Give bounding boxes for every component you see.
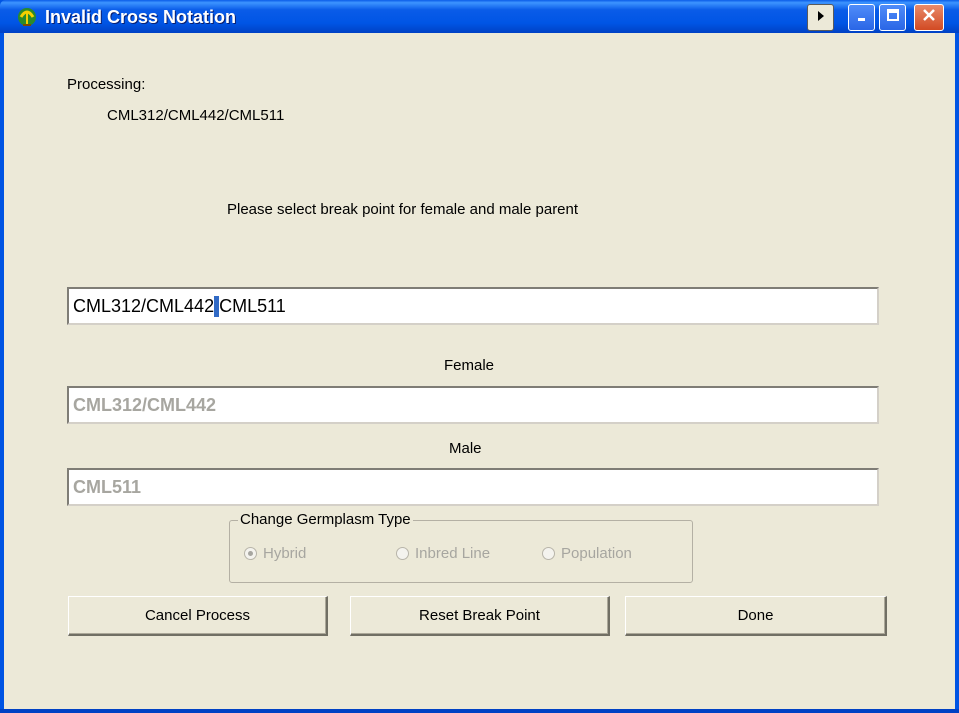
radio-hybrid[interactable]: Hybrid — [244, 545, 306, 562]
done-button[interactable]: Done — [625, 596, 887, 636]
dialog-window: Invalid Cross Notation Processing: CML31… — [0, 0, 959, 713]
male-label: Male — [449, 440, 482, 457]
processing-value: CML312/CML442/CML511 — [107, 107, 285, 124]
minimize-button[interactable] — [848, 4, 875, 31]
arrow-button[interactable] — [807, 4, 834, 31]
arrow-right-icon — [816, 9, 826, 27]
radio-empty-icon — [396, 547, 409, 560]
window-border-bottom — [0, 709, 959, 713]
dialog-body: Processing: CML312/CML442/CML511 Please … — [4, 33, 955, 709]
app-icon — [15, 5, 39, 29]
close-icon — [922, 8, 936, 27]
maximize-icon — [886, 8, 900, 27]
radio-population[interactable]: Population — [542, 545, 632, 562]
cross-before-text: CML312/CML442 — [73, 296, 215, 316]
radio-empty-icon — [542, 547, 555, 560]
germplasm-type-group: Change Germplasm Type Hybrid Inbred Line… — [229, 511, 693, 583]
cancel-process-button[interactable]: Cancel Process — [68, 596, 328, 636]
window-border-right — [955, 33, 959, 713]
window-title: Invalid Cross Notation — [45, 7, 237, 27]
female-label: Female — [444, 357, 495, 374]
radio-inbred-line-label: Inbred Line — [415, 545, 491, 562]
female-field: CML312/CML442 — [67, 386, 879, 424]
processing-label: Processing: — [67, 76, 146, 93]
instruction-text: Please select break point for female and… — [227, 201, 579, 218]
germplasm-type-legend: Change Germplasm Type — [238, 511, 413, 528]
minimize-icon — [856, 9, 868, 27]
radio-selected-icon — [244, 547, 257, 560]
title-bar[interactable]: Invalid Cross Notation — [0, 0, 959, 33]
radio-population-label: Population — [561, 545, 632, 562]
cross-after-text: CML511 — [219, 296, 286, 316]
radio-inbred-line[interactable]: Inbred Line — [396, 545, 490, 562]
cross-notation-input[interactable]: CML312/CML442/CML511 — [67, 287, 879, 325]
radio-hybrid-label: Hybrid — [263, 545, 307, 562]
reset-break-point-button[interactable]: Reset Break Point — [350, 596, 610, 636]
close-button[interactable] — [914, 4, 944, 31]
maximize-button[interactable] — [879, 4, 906, 31]
male-field: CML511 — [67, 468, 879, 506]
